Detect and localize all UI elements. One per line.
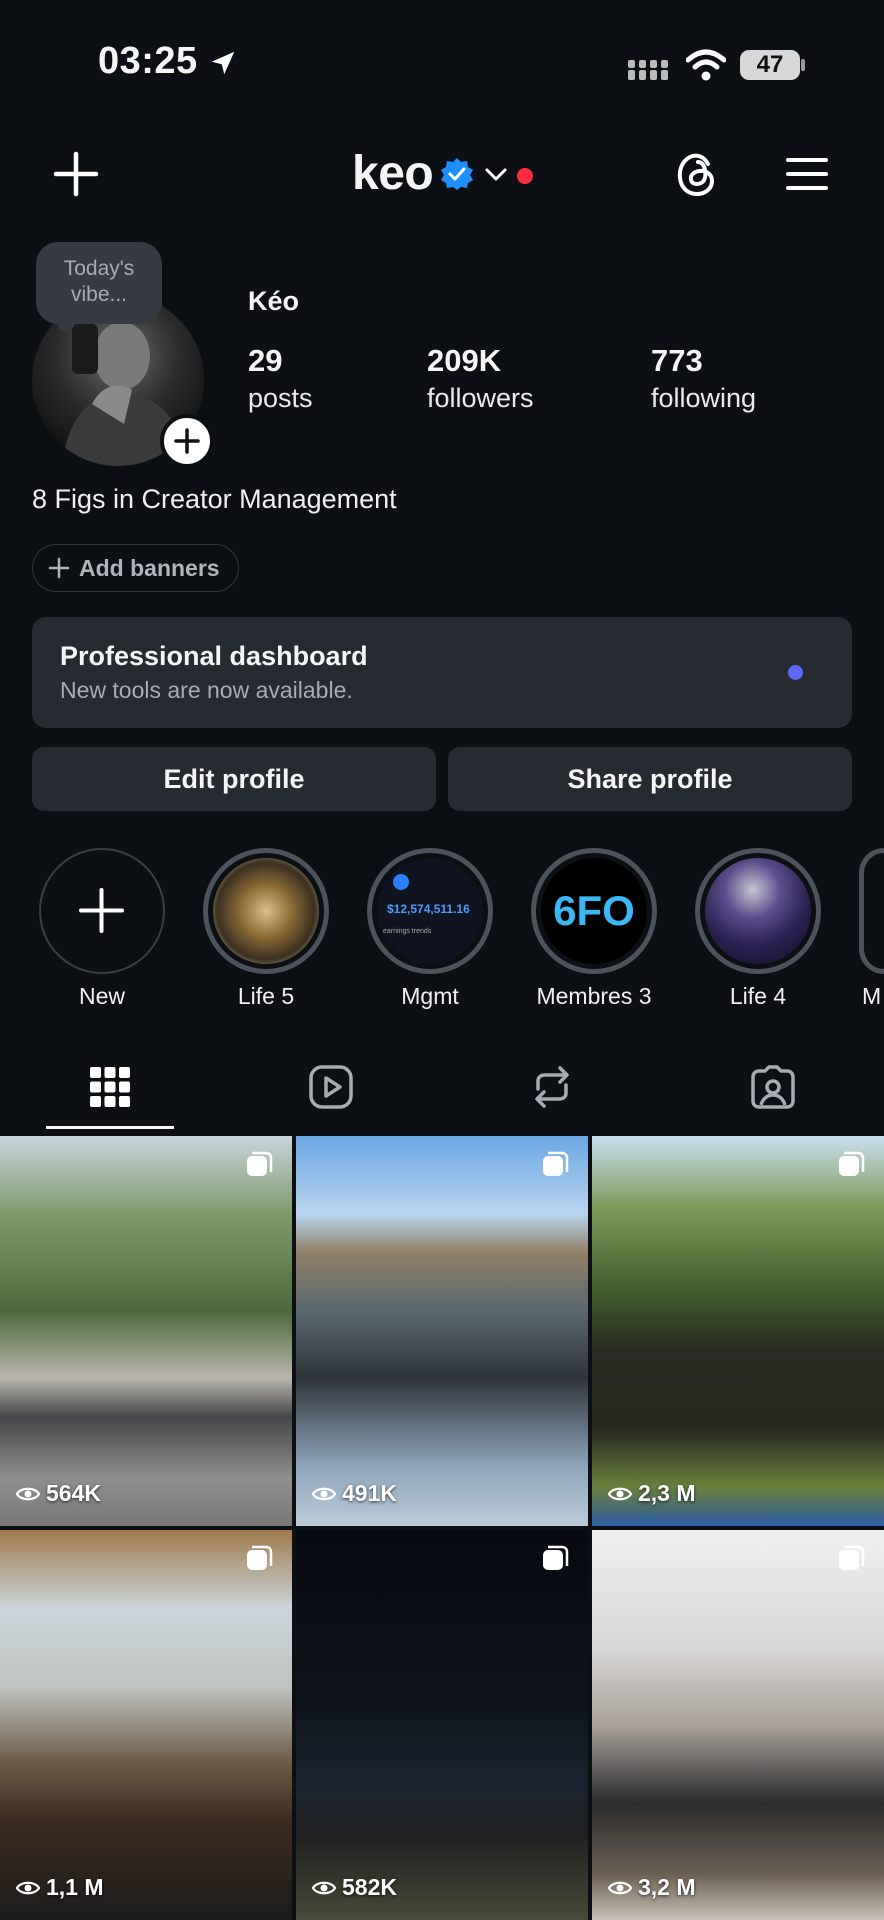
reposts-icon[interactable]: [528, 1063, 576, 1111]
highlight-membres3[interactable]: 6FO: [531, 848, 657, 974]
highlight-mgmt[interactable]: $12,574,511.16 earnings trends: [367, 848, 493, 974]
mgmt-caption: earnings trends: [383, 928, 432, 935]
party-thumbnail: [705, 858, 811, 964]
mgmt-amount: $12,574,511.16: [387, 902, 470, 916]
highlight-label: Life 5: [237, 983, 295, 1009]
highlight-new[interactable]: [39, 848, 165, 974]
wifi-icon: [686, 49, 726, 81]
eye-icon: [16, 1487, 40, 1500]
carousel-icon: [543, 1151, 569, 1176]
location-arrow-icon: [211, 51, 235, 75]
view-count: 582K: [312, 1874, 397, 1901]
highlight-label: M: [862, 983, 882, 1009]
carousel-icon: [543, 1545, 569, 1570]
post-thumbnail[interactable]: [592, 1530, 884, 1920]
view-count-text: 2,3 M: [638, 1480, 696, 1506]
threads-icon[interactable]: [674, 150, 720, 198]
add-banners-button[interactable]: Add banners: [32, 544, 239, 592]
battery-indicator: 47: [740, 50, 800, 80]
view-count: 3,2 M: [608, 1874, 696, 1901]
post-thumbnail[interactable]: [0, 1136, 292, 1526]
dashboard-title: Professional dashboard: [60, 641, 368, 671]
followers-count[interactable]: 209K: [427, 343, 501, 379]
create-plus-icon[interactable]: [52, 150, 100, 198]
dashboard-subtitle: New tools are now available.: [60, 677, 353, 703]
add-story-button[interactable]: [160, 414, 214, 468]
watch-thumbnail: [213, 858, 319, 964]
following-label[interactable]: following: [651, 383, 756, 414]
grid-icon[interactable]: [86, 1063, 134, 1111]
battery-nub: [801, 59, 805, 71]
display-name: Kéo: [248, 286, 300, 316]
eye-icon: [608, 1487, 632, 1500]
hamburger-menu-icon[interactable]: [786, 156, 828, 192]
cellular-signal-icon: [628, 60, 668, 80]
earnings-thumbnail: $12,574,511.16 earnings trends: [377, 858, 483, 964]
plus-icon: [48, 557, 70, 579]
highlight-life4[interactable]: [695, 848, 821, 974]
chevron-down-icon[interactable]: [485, 168, 507, 182]
post-thumbnail[interactable]: [0, 1530, 292, 1920]
carousel-icon: [839, 1151, 865, 1176]
username-switcher[interactable]: keo: [352, 146, 434, 201]
view-count-text: 1,1 M: [46, 1874, 104, 1900]
view-count: 491K: [312, 1480, 397, 1507]
carousel-icon: [247, 1545, 273, 1570]
highlight-label: Life 4: [729, 983, 787, 1009]
notification-dot: [517, 168, 533, 184]
status-time: 03:25: [98, 40, 198, 82]
new-indicator-dot: [788, 665, 803, 680]
professional-dashboard-card[interactable]: [32, 617, 852, 728]
view-count: 1,1 M: [16, 1874, 104, 1901]
highlight-life5[interactable]: [203, 848, 329, 974]
eye-icon: [312, 1881, 336, 1894]
post-thumbnail[interactable]: [296, 1530, 588, 1920]
reels-icon[interactable]: [307, 1063, 355, 1111]
eye-icon: [16, 1881, 40, 1894]
view-count-text: 582K: [342, 1874, 397, 1900]
view-count-text: 3,2 M: [638, 1874, 696, 1900]
post-thumbnail[interactable]: [296, 1136, 588, 1526]
view-count-text: 491K: [342, 1480, 397, 1506]
edit-profile-button[interactable]: Edit profile: [32, 747, 436, 811]
6fo-logo: 6FO: [541, 858, 647, 964]
note-bubble[interactable]: Today's vibe...: [36, 242, 162, 324]
verified-badge-icon: [441, 158, 473, 190]
post-thumbnail[interactable]: [592, 1136, 884, 1526]
share-profile-button[interactable]: Share profile: [448, 747, 852, 811]
eye-icon: [608, 1881, 632, 1894]
highlight-label: Mgmt: [401, 983, 459, 1009]
view-count: 564K: [16, 1480, 101, 1507]
carousel-icon: [247, 1151, 273, 1176]
active-tab-indicator: [46, 1126, 174, 1129]
highlight-label: New: [78, 983, 125, 1009]
plus-icon: [174, 428, 200, 454]
note-bubble-tail: [58, 316, 74, 332]
view-count-text: 564K: [46, 1480, 101, 1506]
following-count[interactable]: 773: [651, 343, 703, 379]
highlight-partial[interactable]: [859, 848, 884, 974]
posts-count[interactable]: 29: [248, 343, 282, 379]
carousel-icon: [839, 1545, 865, 1570]
eye-icon: [312, 1487, 336, 1500]
posts-label[interactable]: posts: [248, 383, 313, 414]
view-count: 2,3 M: [608, 1480, 696, 1507]
bio-text: 8 Figs in Creator Management: [32, 484, 397, 514]
followers-label[interactable]: followers: [427, 383, 534, 414]
highlight-label: Membres 3: [536, 983, 652, 1009]
tagged-icon[interactable]: [749, 1063, 797, 1111]
add-banners-label: Add banners: [79, 554, 220, 581]
plus-icon: [79, 888, 124, 933]
